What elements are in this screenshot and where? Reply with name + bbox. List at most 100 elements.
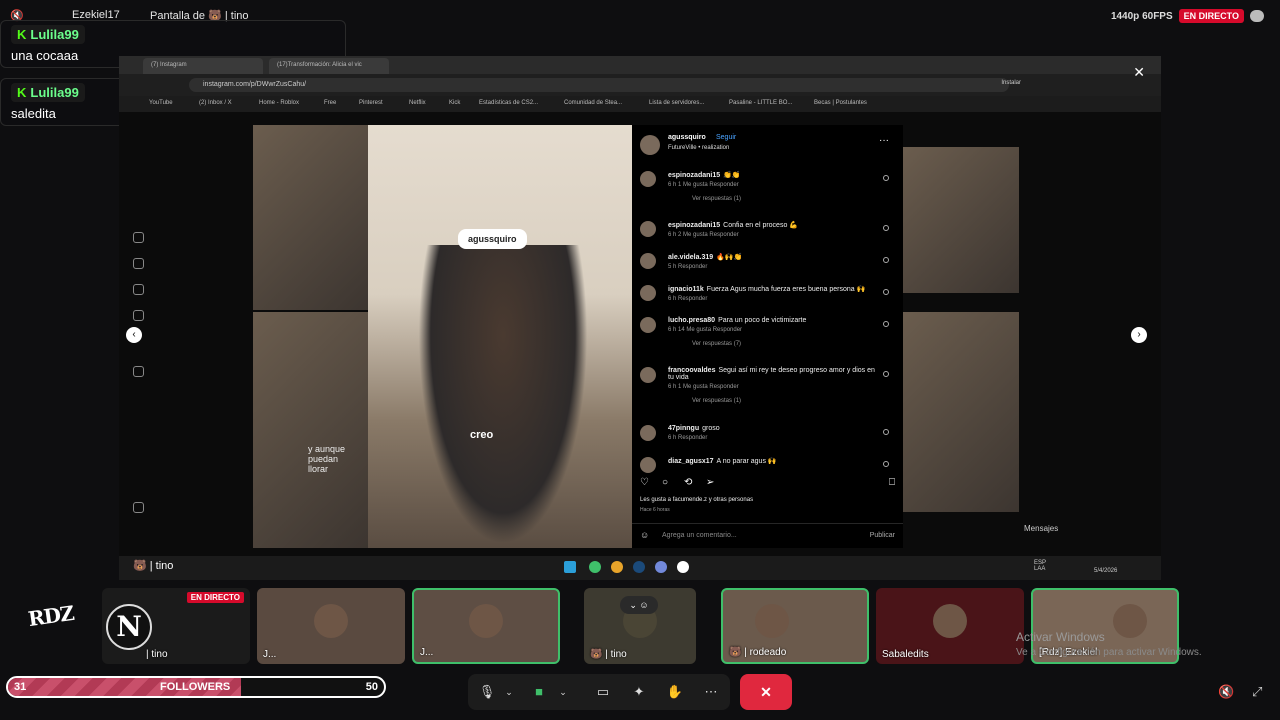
windows-start-icon[interactable] bbox=[564, 561, 576, 573]
avatar[interactable] bbox=[640, 285, 656, 301]
participant-tile[interactable]: J... bbox=[257, 588, 405, 664]
bookmark[interactable]: YouTube bbox=[149, 100, 173, 106]
more-options-icon[interactable]: ··· bbox=[879, 135, 889, 146]
like-icon[interactable] bbox=[883, 371, 889, 377]
activities-icon[interactable]: ✦ bbox=[630, 683, 648, 701]
bookmark[interactable]: Pinterest bbox=[359, 100, 383, 106]
fullscreen-icon[interactable]: ⤢ bbox=[1252, 684, 1268, 700]
chrome-icon[interactable] bbox=[611, 561, 623, 573]
background-photo bbox=[903, 312, 1019, 512]
avatar[interactable] bbox=[640, 135, 660, 155]
user-tag[interactable]: agussquiro bbox=[458, 229, 527, 249]
participant-name: | tino bbox=[146, 649, 168, 660]
bookmark[interactable]: Becas | Postulantes bbox=[814, 100, 867, 106]
emoji-icon[interactable]: ☺ bbox=[640, 530, 649, 540]
bookmark[interactable]: Home - Roblox bbox=[259, 100, 299, 106]
prev-arrow-icon[interactable]: ‹ bbox=[126, 327, 142, 343]
messages-button[interactable]: Mensajes bbox=[1024, 524, 1058, 533]
chat-icon[interactable] bbox=[1250, 10, 1264, 22]
avatar[interactable] bbox=[640, 221, 656, 237]
install-button[interactable]: Instalar bbox=[1001, 80, 1021, 86]
windows-taskbar: 🐻 | tino ESP LAA 5/4/2026 bbox=[119, 556, 1161, 580]
end-call-button[interactable]: ✕ bbox=[740, 674, 792, 710]
participant-tile[interactable]: Sabaledits bbox=[876, 588, 1024, 664]
bookmarks-bar: YouTube (2) Inbox / X Home - Roblox Free… bbox=[119, 96, 1161, 112]
bookmark[interactable]: Pasaline - LITTLE BO... bbox=[729, 100, 792, 106]
n-logo: N bbox=[106, 604, 152, 650]
clock-date[interactable]: 5/4/2026 bbox=[1094, 568, 1117, 574]
soundboard-icon[interactable]: ✋ bbox=[666, 683, 684, 701]
avatar[interactable] bbox=[640, 457, 656, 473]
avatar[interactable] bbox=[640, 317, 656, 333]
likes-text[interactable]: Les gusta a facumende.z y otras personas bbox=[640, 497, 753, 503]
search-icon[interactable] bbox=[133, 310, 144, 321]
bookmark[interactable]: Comunidad de Stea... bbox=[564, 100, 622, 106]
comment-icon[interactable]: ○ bbox=[662, 477, 668, 488]
screen-share-icon[interactable]: ▭ bbox=[594, 683, 612, 701]
share-icon[interactable]: ➢ bbox=[706, 477, 714, 488]
like-icon[interactable] bbox=[883, 429, 889, 435]
participant-name: J... bbox=[263, 649, 277, 660]
like-icon[interactable] bbox=[883, 321, 889, 327]
app-icon[interactable] bbox=[677, 561, 689, 573]
url-field[interactable]: instagram.com/p/DWwrZusCahu/ bbox=[189, 78, 1009, 92]
post-username[interactable]: agussquiro bbox=[668, 134, 706, 141]
steam-icon[interactable] bbox=[633, 561, 645, 573]
participant-tile[interactable]: J... bbox=[412, 588, 560, 664]
publish-button[interactable]: Publicar bbox=[870, 532, 895, 539]
participant-video bbox=[469, 604, 503, 638]
bookmark-icon[interactable]: ⎕ bbox=[889, 477, 895, 488]
like-icon[interactable] bbox=[883, 257, 889, 263]
participant-tile[interactable]: 🐻 | rodeado bbox=[721, 588, 869, 664]
avatar[interactable] bbox=[640, 253, 656, 269]
microphone-icon[interactable]: 🎙 bbox=[478, 683, 496, 701]
avatar[interactable] bbox=[640, 171, 656, 187]
activate-windows-subtext: Ve a Configuración para activar Windows. bbox=[1016, 647, 1202, 658]
bookmark[interactable]: (2) Inbox / X bbox=[199, 100, 232, 106]
next-arrow-icon[interactable]: › bbox=[1131, 327, 1147, 343]
bookmark[interactable]: Kick bbox=[449, 100, 460, 106]
home-icon[interactable] bbox=[133, 232, 144, 243]
like-icon[interactable] bbox=[883, 175, 889, 181]
chevron-down-icon[interactable]: ⌄ bbox=[554, 683, 572, 701]
browser-address-bar: instagram.com/p/DWwrZusCahu/ Instalar bbox=[119, 74, 1161, 96]
screen-share-view[interactable]: (7) Instagram (17)Transformación: Alicia… bbox=[119, 56, 1161, 580]
post-header: agussquiro Seguir FutureVille • realizat… bbox=[640, 131, 895, 161]
chat-username[interactable]: K Lulila99 bbox=[11, 83, 85, 102]
create-icon[interactable] bbox=[133, 366, 144, 377]
follow-button[interactable]: Seguir bbox=[716, 134, 736, 141]
chevron-down-icon[interactable]: ⌄ bbox=[500, 683, 518, 701]
language-indicator[interactable]: ESP LAA bbox=[1034, 560, 1046, 572]
heart-icon[interactable]: ♡ bbox=[640, 477, 649, 488]
chat-username[interactable]: K Lulila99 bbox=[11, 25, 85, 44]
followers-goal-bar: 31 FOLLOWERS 50 bbox=[6, 676, 386, 698]
stream-quality: 1440p 60FPS bbox=[1110, 10, 1173, 22]
close-icon[interactable]: ✕ bbox=[1133, 64, 1145, 81]
camera-icon[interactable]: ■ bbox=[530, 683, 548, 701]
bookmark[interactable]: Free bbox=[324, 100, 336, 106]
background-photo bbox=[253, 125, 368, 310]
bookmark[interactable]: Netflix bbox=[409, 100, 426, 106]
avatar[interactable] bbox=[640, 425, 656, 441]
add-people-icon[interactable]: ⌄ ☺ bbox=[620, 596, 658, 614]
menu-icon[interactable] bbox=[133, 502, 144, 513]
like-icon[interactable] bbox=[883, 289, 889, 295]
browser-tab[interactable]: (7) Instagram bbox=[143, 58, 263, 74]
spotify-icon[interactable] bbox=[589, 561, 601, 573]
bookmark[interactable]: Estadísticas de CS2... bbox=[479, 100, 538, 106]
participant-tile[interactable]: ⌄ ☺ 🐻 | tino bbox=[584, 588, 696, 664]
comment-input[interactable]: Agrega un comentario... bbox=[662, 532, 737, 539]
bookmark[interactable]: Lista de servidores... bbox=[649, 100, 704, 106]
discord-icon[interactable] bbox=[655, 561, 667, 573]
browser-tab[interactable]: (17)Transformación: Alicia el vic bbox=[269, 58, 389, 74]
comment: espinozadani15 👏👏 6 h 1 Me gusta Responde… bbox=[640, 171, 895, 202]
like-icon[interactable] bbox=[883, 225, 889, 231]
volume-muted-icon[interactable]: 🔇 bbox=[1218, 684, 1234, 700]
avatar[interactable] bbox=[640, 367, 656, 383]
like-icon[interactable] bbox=[883, 461, 889, 467]
reels-icon[interactable] bbox=[133, 258, 144, 269]
repost-icon[interactable]: ⟲ bbox=[684, 477, 692, 488]
post-image[interactable]: agussquiro creo bbox=[368, 125, 632, 548]
send-icon[interactable] bbox=[133, 284, 144, 295]
more-icon[interactable]: ⋯ bbox=[702, 683, 720, 701]
